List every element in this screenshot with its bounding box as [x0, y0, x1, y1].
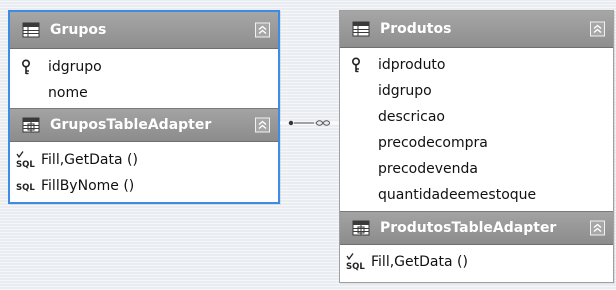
grupos-adapter-title: GruposTableAdapter — [50, 117, 212, 133]
produtos-adapter-collapse-button[interactable] — [590, 220, 605, 236]
column-name: quantidadeemestoque — [378, 187, 537, 203]
produtos-method-fill-getdata[interactable]: SQL Fill,GetData () — [340, 249, 613, 275]
grupos-title-bar[interactable]: Grupos — [10, 12, 278, 49]
produtos-column-quantidadeemestoque[interactable]: quantidadeemestoque — [340, 182, 613, 208]
datatable-icon — [352, 21, 370, 37]
grupos-column-nome[interactable]: nome — [10, 80, 278, 106]
sql-icon: SQL — [16, 183, 35, 193]
primary-key-icon — [351, 57, 361, 73]
column-name: precodevenda — [378, 161, 478, 177]
produtos-column-idproduto[interactable]: idproduto — [340, 52, 613, 78]
produtos-column-idgrupo[interactable]: idgrupo — [340, 78, 613, 104]
svg-text:SQL: SQL — [16, 160, 35, 169]
produtos-column-descricao[interactable]: descricao — [340, 104, 613, 130]
svg-text:SQL: SQL — [16, 183, 35, 193]
sql-check-icon: SQL — [16, 151, 35, 169]
grupos-method-fillbynome[interactable]: SQL FillByNome () — [10, 173, 278, 199]
collapse-chevron-icon — [258, 120, 267, 130]
column-name: idproduto — [378, 57, 446, 73]
primary-key-icon — [21, 59, 31, 75]
collapse-chevron-icon — [258, 25, 267, 35]
column-name: descricao — [378, 109, 445, 125]
produtos-column-precodecompra[interactable]: precodecompra — [340, 130, 613, 156]
collapse-chevron-icon — [593, 223, 602, 233]
method-name: Fill,GetData () — [41, 152, 138, 168]
produtos-table-title: Produtos — [380, 21, 452, 37]
produtos-title-bar[interactable]: Produtos — [340, 11, 613, 48]
produtos-column-precodevenda[interactable]: precodevenda — [340, 156, 613, 182]
grupos-collapse-button[interactable] — [255, 22, 270, 38]
relation-connector[interactable] — [280, 118, 340, 128]
grupos-adapter-collapse-button[interactable] — [255, 117, 270, 133]
grupos-datatable[interactable]: Grupos idgrupo nome GruposTableAdapter S… — [8, 10, 280, 204]
method-name: Fill,GetData () — [371, 254, 468, 270]
column-name: precodecompra — [378, 135, 488, 151]
column-name: idgrupo — [48, 59, 102, 75]
grupos-adapter-title-bar[interactable]: GruposTableAdapter — [10, 108, 278, 142]
sql-check-icon: SQL — [346, 253, 365, 271]
collapse-chevron-icon — [593, 24, 602, 34]
method-name: FillByNome () — [41, 178, 135, 194]
produtos-collapse-button[interactable] — [590, 21, 605, 37]
table-adapter-icon — [352, 220, 370, 236]
column-name: idgrupo — [378, 83, 432, 99]
grupos-column-idgrupo[interactable]: idgrupo — [10, 54, 278, 80]
produtos-adapter-title-bar[interactable]: ProdutosTableAdapter — [340, 211, 613, 245]
table-adapter-icon — [22, 117, 40, 133]
produtos-adapter-title: ProdutosTableAdapter — [380, 220, 557, 236]
produtos-datatable[interactable]: Produtos idproduto idgrupo descricao pre… — [339, 10, 614, 283]
svg-text:SQL: SQL — [346, 262, 365, 271]
column-name: nome — [48, 85, 88, 101]
grupos-table-title: Grupos — [50, 22, 107, 38]
grupos-method-fill-getdata[interactable]: SQL Fill,GetData () — [10, 147, 278, 173]
datatable-icon — [22, 22, 40, 38]
